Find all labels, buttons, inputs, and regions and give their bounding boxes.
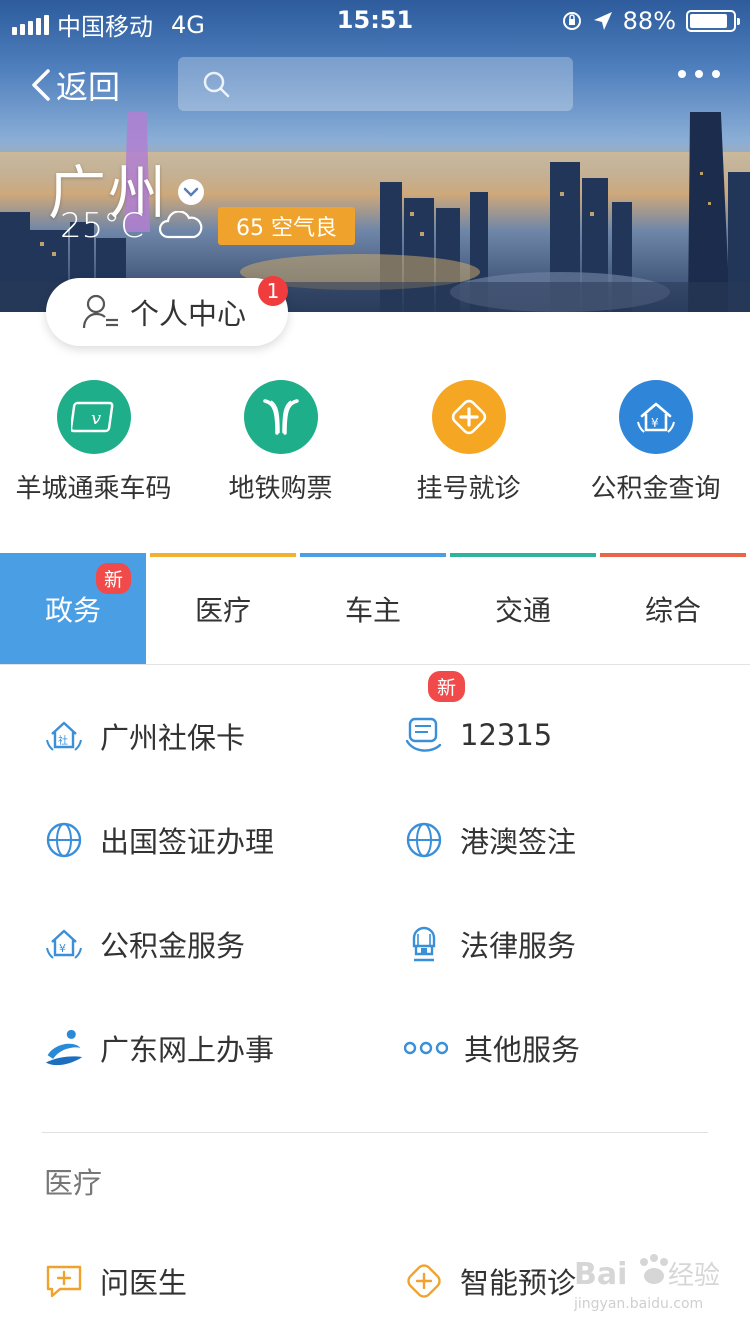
new-badge: 新 (428, 671, 466, 702)
category-tabs: 政务 新 医疗 车主 交通 综合 (0, 553, 750, 665)
more-dot-icon (712, 70, 720, 78)
metro-icon (243, 380, 318, 454)
smart-diagnosis-icon (404, 1261, 444, 1301)
service-12315[interactable]: 新 12315 (404, 671, 553, 755)
service-label: 12315 (460, 718, 553, 752)
service-label: 其他服务 (464, 1033, 581, 1067)
quick-metro-ticket[interactable]: 地铁购票 (187, 380, 374, 505)
notification-badge: 1 (258, 276, 288, 306)
globe-icon (44, 820, 84, 860)
globe-icon (404, 820, 444, 860)
more-menu-button[interactable] (678, 70, 720, 78)
svg-text:v: v (91, 408, 101, 429)
service-visa[interactable]: 出国签证办理 (44, 819, 274, 861)
svg-text:经验: 经验 (668, 1261, 720, 1291)
svg-text:¥: ¥ (651, 416, 659, 430)
quick-services: v 羊城通乘车码 地铁购票 挂号就诊 ¥ 公积金查询 (0, 380, 750, 510)
chat-doctor-icon (44, 1261, 84, 1301)
chevron-left-icon (32, 69, 50, 101)
section-title-medical: 医疗 (44, 1166, 103, 1200)
search-icon (203, 71, 230, 98)
service-smart-diagnosis[interactable]: 智能预诊 (404, 1260, 576, 1302)
chevron-down-icon (178, 179, 205, 205)
medical-cross-icon (431, 380, 506, 454)
service-housing-fund[interactable]: ¥ 公积金服务 (44, 923, 245, 965)
quick-label: 公积金查询 (590, 474, 721, 504)
guangdong-logo-icon (44, 1028, 84, 1068)
quick-register-visit[interactable]: 挂号就诊 (375, 380, 562, 505)
weather-info: 25°C 65 空气良 (60, 206, 356, 246)
tab-government[interactable]: 政务 新 (0, 553, 146, 664)
section-divider (42, 1132, 708, 1133)
tab-general[interactable]: 综合 (600, 553, 746, 664)
service-legal[interactable]: 法律服务 (404, 923, 576, 965)
quick-housing-fund[interactable]: ¥ 公积金查询 (562, 380, 749, 505)
service-guangdong-online[interactable]: 广东网上办事 (44, 1027, 274, 1069)
more-dots-icon (404, 1028, 448, 1068)
service-hk-macau-endorsement[interactable]: 港澳签注 (404, 819, 576, 861)
service-label: 问医生 (100, 1266, 188, 1300)
social-security-icon: 社 (44, 716, 84, 756)
tab-color-bar (450, 553, 596, 557)
housing-fund-icon: ¥ (44, 924, 84, 964)
quick-label: 地铁购票 (228, 474, 333, 504)
personal-center-label: 个人中心 (130, 297, 247, 331)
tab-label: 政务 (44, 593, 101, 627)
battery-icon (686, 10, 740, 32)
service-label: 广东网上办事 (100, 1033, 275, 1067)
service-social-security-card[interactable]: 社 广州社保卡 (44, 715, 245, 757)
tab-label: 交通 (494, 593, 551, 627)
housing-fund-icon: ¥ (618, 380, 693, 454)
svg-text:¥: ¥ (59, 942, 66, 955)
tab-label: 医疗 (194, 593, 251, 627)
back-button[interactable]: 返回 (30, 62, 120, 108)
service-label: 广州社保卡 (100, 721, 246, 755)
svg-text:社: 社 (58, 734, 68, 747)
tab-medical[interactable]: 医疗 (150, 553, 296, 664)
yct-card-icon: v (56, 380, 131, 454)
temperature: 25°C (60, 206, 145, 246)
quick-label: 挂号就诊 (416, 474, 521, 504)
back-label: 返回 (56, 68, 121, 106)
consumer-hotline-icon (404, 715, 444, 755)
status-bar: 中国移动 4G 15:51 88% (0, 0, 750, 41)
service-label: 公积金服务 (100, 929, 246, 963)
service-label: 港澳签注 (460, 825, 577, 859)
cloud-icon (158, 211, 203, 239)
service-label: 法律服务 (460, 929, 577, 963)
baidu-watermark-logo: Bai 经验 jingyan.baidu.com (573, 1248, 724, 1318)
tab-label: 车主 (344, 593, 401, 627)
svg-text:Bai: Bai (574, 1257, 627, 1292)
service-ask-doctor[interactable]: 问医生 (44, 1260, 187, 1302)
personal-center-button[interactable]: 个人中心 1 (46, 276, 288, 346)
judge-icon (404, 924, 444, 964)
service-label: 智能预诊 (460, 1266, 577, 1300)
more-dot-icon (678, 70, 686, 78)
quick-yct-code[interactable]: v 羊城通乘车码 (0, 380, 187, 505)
tab-color-bar (150, 553, 296, 557)
tab-color-bar (300, 553, 446, 557)
location-arrow-icon (593, 12, 612, 30)
air-quality-badge: 65 空气良 (218, 207, 356, 245)
city-banner: 中国移动 4G 15:51 88% 返回 广州 25°C 65 空气良 (0, 0, 750, 312)
new-badge: 新 (96, 563, 132, 594)
user-icon (82, 294, 118, 329)
tab-car-owner[interactable]: 车主 (300, 553, 446, 664)
service-label: 出国签证办理 (100, 825, 275, 859)
svg-text:jingyan.baidu.com: jingyan.baidu.com (574, 1296, 703, 1312)
service-other[interactable]: 其他服务 (404, 1027, 580, 1069)
more-dot-icon (695, 70, 703, 78)
quick-label: 羊城通乘车码 (15, 474, 172, 504)
tab-color-bar (600, 553, 746, 557)
orientation-lock-icon (562, 12, 581, 30)
tab-traffic[interactable]: 交通 (450, 553, 596, 664)
tab-label: 综合 (644, 593, 701, 627)
battery-percent: 88% (622, 7, 676, 35)
search-input[interactable] (178, 57, 573, 111)
